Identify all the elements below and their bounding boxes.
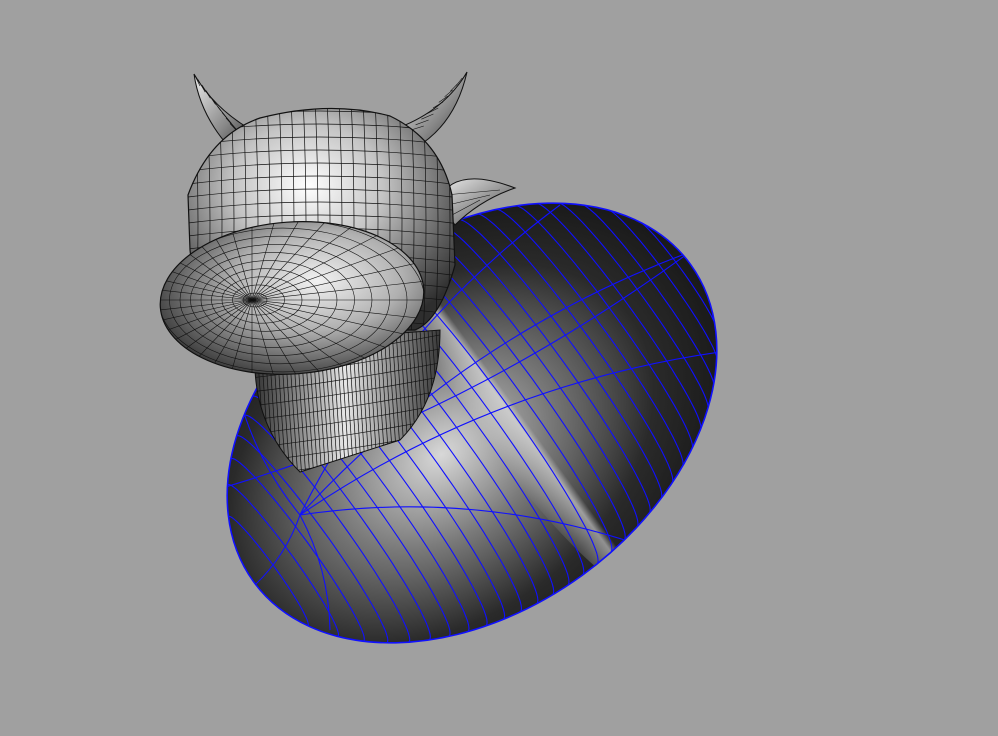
render-scene[interactable] <box>0 0 998 736</box>
3d-viewport[interactable] <box>0 0 998 736</box>
